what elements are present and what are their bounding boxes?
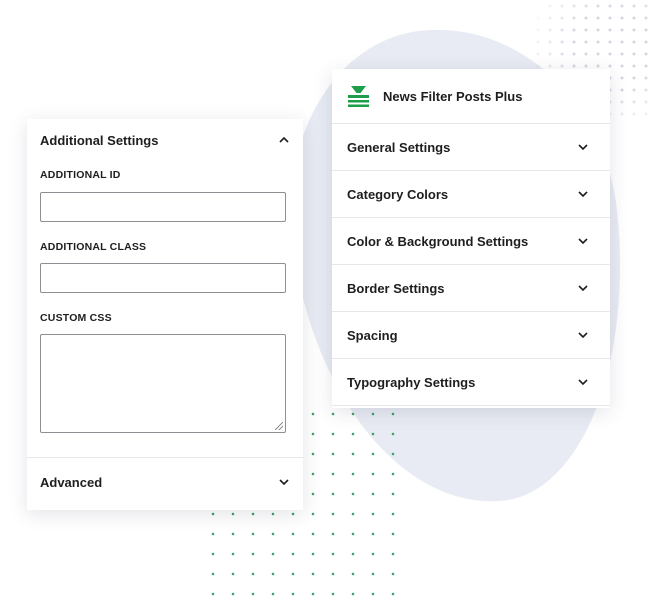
section-label: Category Colors bbox=[347, 186, 449, 202]
additional-class-label: ADDITIONAL CLASS bbox=[40, 241, 147, 253]
spacing-section[interactable]: Spacing bbox=[332, 312, 610, 359]
chevron-down-icon[interactable] bbox=[577, 141, 589, 153]
chevron-down-icon[interactable] bbox=[577, 235, 589, 247]
additional-settings-panel: Additional Settings ADDITIONAL ID ADDITI… bbox=[27, 119, 303, 510]
chevron-up-icon[interactable] bbox=[278, 134, 290, 146]
chevron-down-icon[interactable] bbox=[577, 188, 589, 200]
filter-funnel-icon bbox=[346, 84, 371, 108]
plugin-settings-panel: News Filter Posts Plus General Settings … bbox=[332, 69, 610, 408]
additional-settings-header[interactable]: Additional Settings bbox=[27, 119, 303, 161]
resize-handle-icon[interactable] bbox=[275, 422, 283, 430]
custom-css-label: CUSTOM CSS bbox=[40, 312, 112, 324]
chevron-down-icon[interactable] bbox=[278, 476, 290, 488]
additional-id-label: ADDITIONAL ID bbox=[40, 169, 121, 181]
section-label: Border Settings bbox=[347, 280, 445, 296]
section-label: Spacing bbox=[347, 327, 398, 343]
custom-css-textarea[interactable] bbox=[40, 334, 286, 433]
section-label: General Settings bbox=[347, 139, 451, 155]
advanced-section-header[interactable]: Advanced bbox=[27, 458, 303, 506]
general-settings-section[interactable]: General Settings bbox=[332, 124, 610, 171]
chevron-down-icon[interactable] bbox=[577, 376, 589, 388]
chevron-down-icon[interactable] bbox=[577, 282, 589, 294]
border-settings-section[interactable]: Border Settings bbox=[332, 265, 610, 312]
typography-settings-section[interactable]: Typography Settings bbox=[332, 359, 610, 406]
color-background-section[interactable]: Color & Background Settings bbox=[332, 218, 610, 265]
additional-class-input[interactable] bbox=[40, 263, 286, 293]
plugin-name: News Filter Posts Plus bbox=[383, 88, 523, 104]
additional-settings-title: Additional Settings bbox=[40, 132, 159, 148]
additional-id-input[interactable] bbox=[40, 192, 286, 222]
section-label: Color & Background Settings bbox=[347, 233, 529, 249]
advanced-title: Advanced bbox=[40, 474, 103, 490]
plugin-header: News Filter Posts Plus bbox=[332, 69, 610, 124]
chevron-down-icon[interactable] bbox=[577, 329, 589, 341]
section-label: Typography Settings bbox=[347, 374, 476, 390]
category-colors-section[interactable]: Category Colors bbox=[332, 171, 610, 218]
